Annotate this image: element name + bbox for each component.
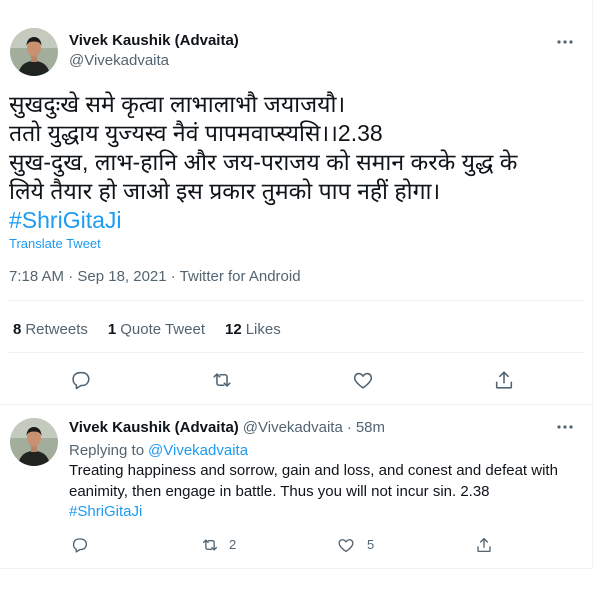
reply-author-handle[interactable]: @Vivekadvaita [243, 419, 343, 437]
tweet-timestamp[interactable]: 7:18 AM · Sep 18, 2021 · Twitter for And… [9, 268, 301, 286]
tweet-text-line: लिये तैयार हो जाओ इस प्रकार तुमको पाप नह… [9, 178, 441, 204]
hashtag-link[interactable]: #ShriGitaJi [9, 206, 589, 235]
share-button[interactable] [493, 369, 515, 391]
reply-more-options-button[interactable] [555, 417, 575, 437]
tweet-text-line: सुख-दुख, लाभ-हानि और जय-पराजय को समान कर… [9, 149, 518, 175]
author-avatar[interactable] [10, 28, 58, 76]
reply-like-button[interactable] [337, 536, 355, 554]
retweets-label: Retweets [25, 321, 88, 338]
retweet-button[interactable] [211, 369, 233, 391]
likes-stat[interactable]: 12 Likes [225, 321, 281, 339]
divider [8, 352, 584, 353]
reply-author-name[interactable]: Vivek Kaushik (Advaita) [69, 419, 239, 437]
retweets-count: 8 [13, 321, 22, 338]
reply-retweet-button[interactable] [201, 536, 219, 554]
heart-icon [353, 372, 373, 389]
retweet-icon [213, 373, 231, 387]
reply-share-button[interactable] [475, 536, 493, 554]
more-options-button[interactable] [555, 32, 575, 52]
reply-text-line: Treating happiness and sorrow, gain and … [69, 462, 558, 479]
reply-text-line: eanimity, then engage in battle. Thus yo… [69, 482, 490, 500]
replying-to-label: Replying to [69, 442, 145, 459]
reply-reply-button[interactable] [71, 536, 89, 554]
reply-like-count: 5 [367, 537, 375, 552]
quote-tweets-stat[interactable]: 1 Quote Tweet [108, 321, 205, 339]
replying-to: Replying to @Vivekadvaita [69, 442, 248, 459]
more-icon [557, 40, 573, 44]
author-name[interactable]: Vivek Kaushik (Advaita) [69, 32, 239, 50]
likes-label: Likes [245, 321, 281, 338]
translate-tweet-link[interactable]: Translate Tweet [9, 236, 101, 252]
reply-text: Treating happiness and sorrow, gain and … [69, 461, 589, 523]
reply-icon [72, 538, 87, 553]
like-button[interactable] [352, 369, 374, 391]
separator-dot: · [346, 419, 352, 436]
avatar-image [10, 28, 58, 76]
share-icon [495, 371, 513, 389]
divider [8, 300, 584, 301]
reply-hashtag-link[interactable]: #ShriGitaJi [69, 502, 589, 523]
divider [0, 404, 592, 405]
reply-button[interactable] [70, 369, 92, 391]
quote-tweets-count: 1 [107, 321, 117, 338]
reply-author-avatar[interactable] [10, 418, 58, 466]
tweet-text-line: सुखदुःखे समे कृत्वा लाभालाभौ जयाजयौ। [9, 91, 346, 117]
replying-to-handle[interactable]: @Vivekadvaita [148, 442, 248, 459]
quote-tweets-label: Quote Tweet [120, 321, 205, 338]
more-icon [557, 425, 573, 429]
reply-time[interactable]: 58m [356, 419, 385, 436]
reply-icon [72, 371, 90, 390]
reply-header: Vivek Kaushik (Advaita) @Vivekadvaita · … [69, 419, 385, 437]
heart-icon [338, 539, 354, 553]
likes-count: 12 [225, 321, 242, 338]
reply-retweet-count: 2 [229, 537, 237, 552]
retweets-stat[interactable]: 8 Retweets [13, 321, 88, 339]
share-icon [477, 537, 491, 553]
tweet-thread-panel: Vivek Kaushik (Advaita) @Vivekadvaita सु… [0, 0, 593, 569]
avatar-image [10, 418, 58, 466]
engagement-stats: 8 Retweets 1 Quote Tweet 12 Likes [13, 321, 301, 339]
retweet-icon [202, 539, 218, 551]
author-handle[interactable]: @Vivekadvaita [69, 52, 169, 70]
tweet-text: सुखदुःखे समे कृत्वा लाभालाभौ जयाजयौ। ततो… [9, 90, 589, 235]
tweet-text-line: ततो युद्धाय युज्यस्व नैवं पापमवाप्स्यसि।… [9, 120, 383, 146]
